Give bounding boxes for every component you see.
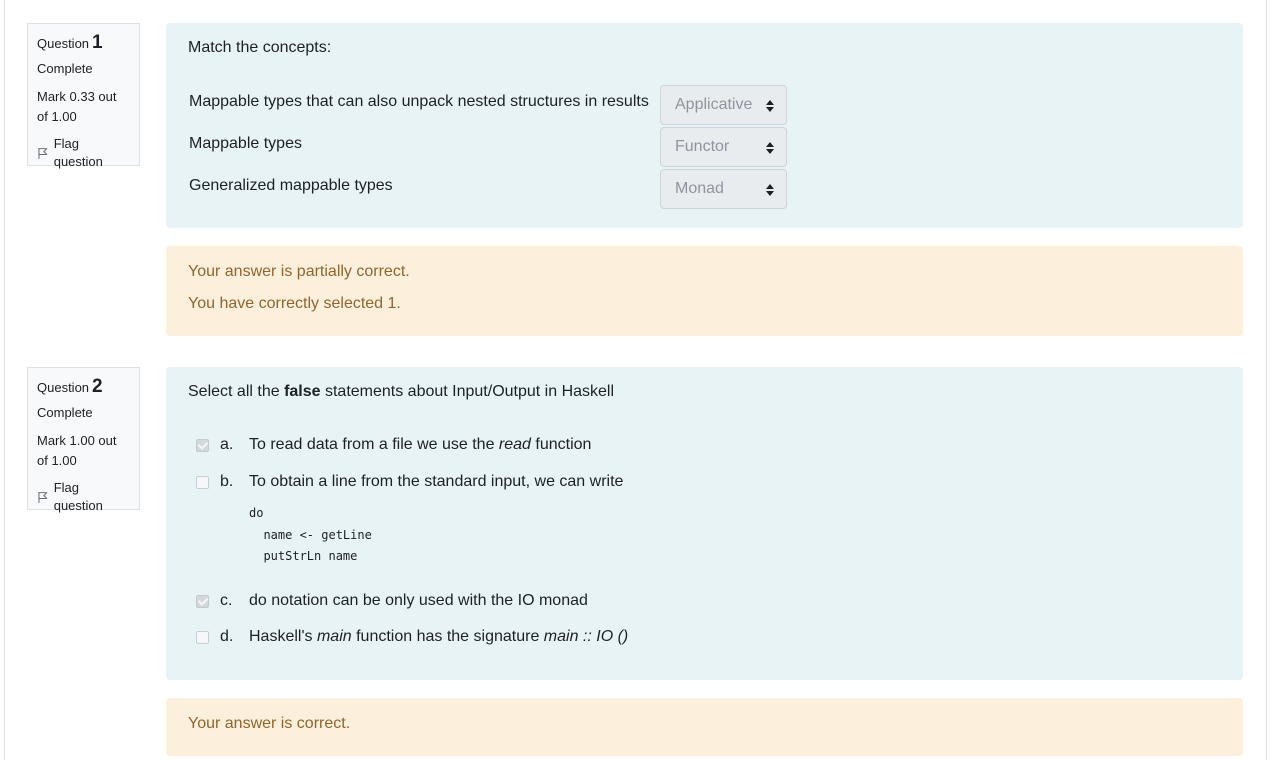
match-stem-2: Mappable types xyxy=(189,135,302,152)
question-1-feedback: Your answer is partially correct. You ha… xyxy=(166,246,1243,336)
question-number-value: 1 xyxy=(92,32,103,53)
answer-option-a[interactable]: a. To read data from a file we use the r… xyxy=(196,436,591,454)
question-2-formulation: Select all the false statements about In… xyxy=(166,367,1243,680)
match-stem-1: Mappable types that can also unpack nest… xyxy=(189,93,649,110)
option-letter: c. xyxy=(220,592,233,609)
match-select-3[interactable]: Monad xyxy=(660,169,787,209)
question-2-info: Question 2 Complete Mark 1.00 out of 1.00… xyxy=(27,367,140,513)
question-text-post: statements about Input/Output in Haskell xyxy=(320,383,615,400)
match-select-1[interactable]: Applicative xyxy=(660,85,787,125)
answer-option-c[interactable]: c. do notation can be only used with the… xyxy=(196,592,588,610)
question-grade: Mark 0.33 out of 1.00 xyxy=(37,89,117,124)
feedback-line-2: You have correctly selected 1. xyxy=(188,295,401,312)
match-select-value: Applicative xyxy=(675,96,753,113)
flag-icon xyxy=(38,491,48,503)
option-text-part: To read data from a file we use the xyxy=(249,436,499,453)
answer-option-d[interactable]: d. Haskell's main function has the signa… xyxy=(196,628,628,646)
option-text-part: function xyxy=(530,436,592,453)
answer-checkbox[interactable] xyxy=(196,438,209,452)
option-text: do notation can be only used with the IO… xyxy=(249,592,588,609)
code-line: name <- getLine xyxy=(249,527,372,542)
question-number: Question 2 xyxy=(37,376,130,400)
match-select-value: Monad xyxy=(675,180,724,197)
question-2-feedback: Your answer is correct. xyxy=(166,698,1243,756)
match-select-2[interactable]: Functor xyxy=(660,127,787,167)
option-letter: b. xyxy=(220,473,234,490)
question-text-pre: Select all the xyxy=(188,383,285,400)
code-block: do name <- getLine putStrLn name xyxy=(249,503,372,568)
answer-checkbox[interactable] xyxy=(196,630,209,644)
sort-arrows-icon xyxy=(766,184,774,196)
flag-question-link[interactable]: Flag question xyxy=(37,479,130,515)
question-label: Question xyxy=(37,380,90,395)
question-text-emphasis: false xyxy=(284,383,321,400)
match-select-value: Functor xyxy=(675,138,730,155)
question-1-formulation: Match the concepts: Mappable types that … xyxy=(166,23,1243,228)
feedback-line-1: Your answer is correct. xyxy=(188,715,351,732)
option-text-part: function has the signature xyxy=(351,628,544,645)
flag-question-label: Flag question xyxy=(53,480,103,513)
question-1-info: Question 1 Complete Mark 0.33 out of 1.00… xyxy=(27,23,140,169)
question-number-value: 2 xyxy=(92,376,103,397)
option-text-part: Haskell's xyxy=(249,628,317,645)
question-text: Select all the false statements about In… xyxy=(188,383,614,401)
option-text-italic: main xyxy=(316,628,352,645)
option-text-italic: read xyxy=(498,436,531,453)
question-number: Question 1 xyxy=(37,32,130,56)
answer-checkbox[interactable] xyxy=(196,475,209,489)
flag-icon xyxy=(38,147,48,159)
option-letter: d. xyxy=(220,628,234,645)
option-text: To obtain a line from the standard input… xyxy=(249,473,624,490)
option-letter: a. xyxy=(220,436,234,453)
question-state: Complete xyxy=(37,405,93,420)
option-text: To read data from a file we use the read… xyxy=(249,436,591,454)
answer-checkbox[interactable] xyxy=(196,594,209,608)
question-state: Complete xyxy=(37,61,93,76)
feedback-line-1: Your answer is partially correct. xyxy=(188,263,410,280)
flag-question-label: Flag question xyxy=(53,136,103,169)
code-line: do xyxy=(249,506,264,520)
match-stem-3: Generalized mappable types xyxy=(189,177,393,194)
answer-option-b[interactable]: b. To obtain a line from the standard in… xyxy=(196,473,623,491)
flag-question-link[interactable]: Flag question xyxy=(37,135,130,171)
option-text-italic: main :: IO () xyxy=(543,628,629,645)
sort-arrows-icon xyxy=(766,100,774,112)
question-grade: Mark 1.00 out of 1.00 xyxy=(37,433,117,468)
sort-arrows-icon xyxy=(766,142,774,154)
code-line: putStrLn name xyxy=(249,549,358,563)
question-label: Question xyxy=(37,36,90,51)
option-text: Haskell's main function has the signatur… xyxy=(249,628,628,646)
question-text: Match the concepts: xyxy=(188,39,332,56)
